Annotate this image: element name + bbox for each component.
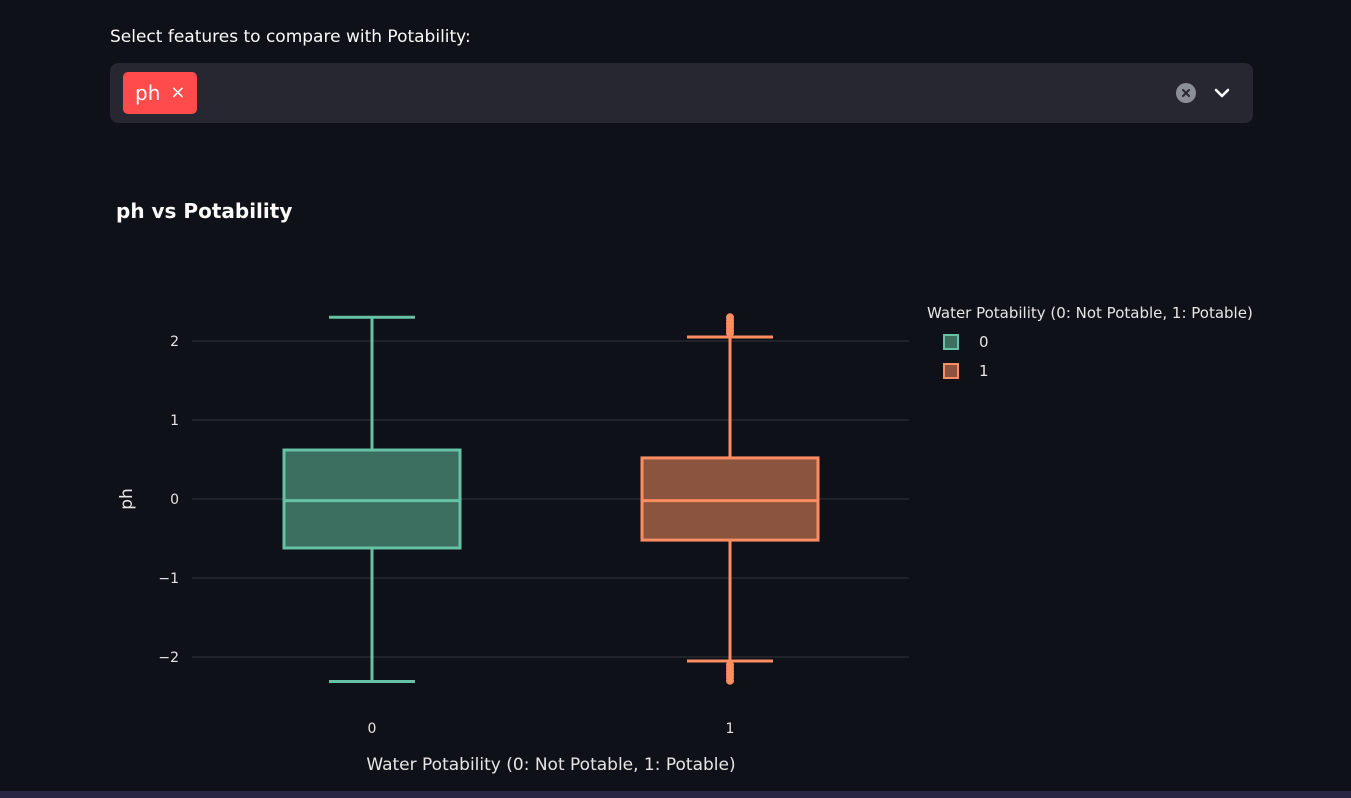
x-tick-label: 1 [726, 721, 735, 737]
y-tick-label: −2 [158, 650, 179, 666]
outlier-point [726, 313, 734, 322]
legend-swatch-0 [943, 334, 959, 350]
legend-swatch-1 [943, 363, 959, 379]
page: Select features to compare with Potabili… [0, 0, 1351, 798]
y-axis-title: ph [117, 488, 137, 510]
iqr-box [640, 456, 820, 542]
legend-item-1[interactable]: 1 [943, 362, 989, 380]
legend-label-0: 0 [979, 333, 989, 351]
y-tick-label: 0 [170, 492, 179, 508]
y-tick-label: −1 [158, 571, 179, 587]
x-axis-title: Water Potability (0: Not Potable, 1: Pot… [366, 755, 735, 775]
bottom-bar [0, 791, 1351, 798]
legend-title: Water Potability (0: Not Potable, 1: Pot… [927, 304, 1253, 322]
y-tick-label: 1 [170, 413, 179, 429]
y-tick-label: 2 [170, 334, 179, 350]
iqr-box [282, 448, 462, 550]
y-tick-labels: 2 1 0 −1 −2 [158, 334, 179, 666]
box-series-0 [282, 315, 462, 683]
legend-item-0[interactable]: 0 [943, 333, 989, 351]
box-series-1 [640, 313, 820, 685]
outlier-point [726, 676, 734, 685]
boxplot-chart: 210−1−2 01 ph Water Potability (0: Not P… [117, 313, 909, 775]
legend-label-1: 1 [979, 362, 989, 380]
x-tick-labels: 01 [368, 721, 735, 737]
x-tick-label: 0 [368, 721, 377, 737]
